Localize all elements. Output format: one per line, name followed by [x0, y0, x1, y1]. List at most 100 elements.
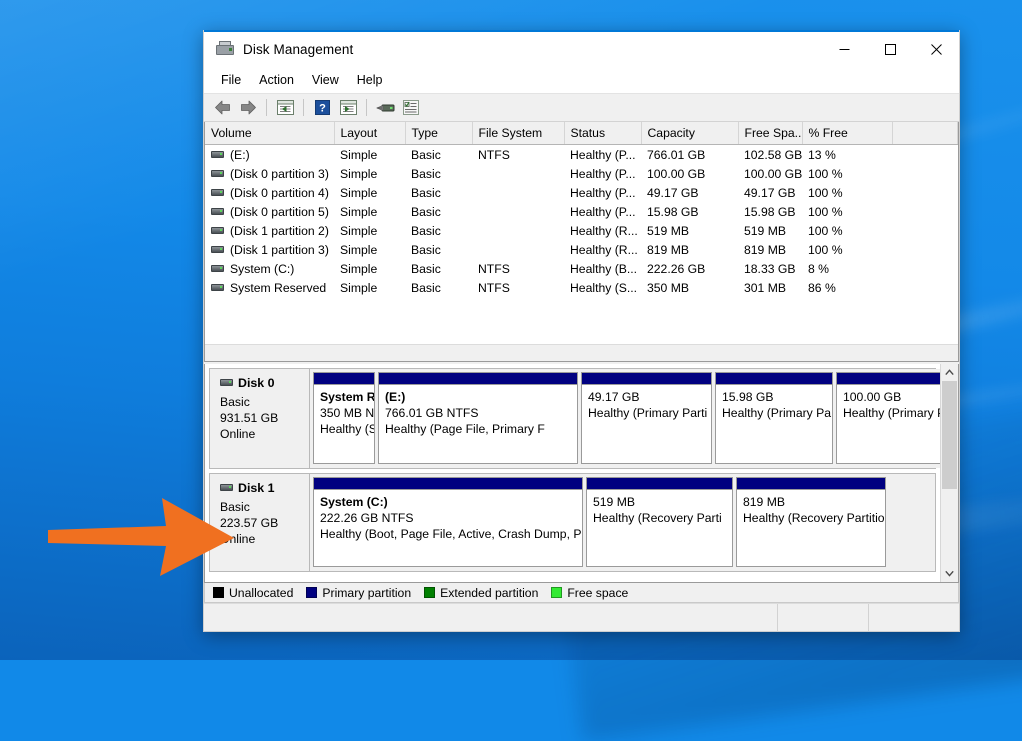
properties-icon[interactable] — [399, 97, 423, 119]
minimize-button[interactable] — [821, 31, 867, 67]
partition-block[interactable]: 49.17 GBHealthy (Primary Parti — [581, 372, 712, 464]
column-header-status[interactable]: Status — [564, 122, 641, 145]
partition-block[interactable]: System Rе350 MB NTHealthy (S — [313, 372, 375, 464]
table-row[interactable]: (Disk 0 partition 3)SimpleBasicHealthy (… — [205, 164, 958, 183]
partition-block[interactable]: 100.00 GBHealthy (Primary Partiti — [836, 372, 940, 464]
partition-size: 222.26 GB NTFS — [320, 510, 577, 526]
scroll-down-button[interactable] — [941, 565, 958, 582]
volume-label: System (C:) — [230, 262, 294, 276]
status-bar-segment-3 — [869, 604, 959, 631]
menu-bar: File Action View Help — [204, 67, 959, 93]
cell-percent-free: 86 % — [802, 278, 892, 297]
table-row[interactable]: (Disk 0 partition 5)SimpleBasicHealthy (… — [205, 202, 958, 221]
partition-block[interactable]: 15.98 GBHealthy (Primary Pа — [715, 372, 833, 464]
toolbar-separator — [366, 99, 367, 116]
cell-status: Healthy (P... — [564, 183, 641, 202]
legend-label: Unallocated — [229, 586, 293, 600]
column-header-blank[interactable] — [892, 122, 958, 145]
menu-item-file[interactable]: File — [212, 70, 250, 90]
partition-block[interactable]: (E:)766.01 GB NTFSHealthy (Page File, Pr… — [378, 372, 578, 464]
cell-volume: (Disk 0 partition 5) — [205, 202, 334, 221]
disk-info-panel[interactable]: Disk 0Basic931.51 GBOnline — [210, 369, 310, 468]
disk-management-window: Disk Management File Action View Help — [203, 30, 960, 632]
partition-status: Healthy (Recovery Partitio — [743, 510, 880, 526]
partition-text: System Rе350 MB NTHealthy (S — [314, 385, 374, 440]
cell-status: Healthy (P... — [564, 145, 641, 165]
status-bar — [204, 603, 959, 631]
legend-label: Primary partition — [322, 586, 411, 600]
cell-layout: Simple — [334, 183, 405, 202]
drive-icon — [211, 151, 224, 158]
column-header-volume[interactable]: Volume — [205, 122, 334, 145]
cell-layout: Simple — [334, 145, 405, 165]
cell-capacity: 519 MB — [641, 221, 738, 240]
disk-name-row: Disk 1 — [220, 481, 301, 495]
scroll-thumb[interactable] — [942, 381, 957, 489]
cell-status: Healthy (P... — [564, 202, 641, 221]
maximize-button[interactable] — [867, 31, 913, 67]
title-bar[interactable]: Disk Management — [204, 31, 959, 67]
cell-layout: Simple — [334, 221, 405, 240]
volume-label: (Disk 0 partition 4) — [230, 186, 329, 200]
volume-label: (Disk 1 partition 2) — [230, 224, 329, 238]
help-icon[interactable]: ? — [310, 97, 334, 119]
cell-blank — [892, 221, 958, 240]
partition-block[interactable]: System (C:)222.26 GB NTFSHealthy (Boot, … — [313, 477, 583, 567]
rescan-disks-icon[interactable] — [373, 97, 397, 119]
cell-free-space: 15.98 GB — [738, 202, 802, 221]
table-row[interactable]: (E:)SimpleBasicNTFSHealthy (P...766.01 G… — [205, 145, 958, 165]
column-header-free-space[interactable]: Free Spa... — [738, 122, 802, 145]
cell-status: Healthy (R... — [564, 221, 641, 240]
cell-capacity: 15.98 GB — [641, 202, 738, 221]
cell-type: Basic — [405, 145, 472, 165]
table-row[interactable]: (Disk 1 partition 3)SimpleBasicHealthy (… — [205, 240, 958, 259]
volume-label: (Disk 1 partition 3) — [230, 243, 329, 257]
cell-free-space: 49.17 GB — [738, 183, 802, 202]
partition-text: System (C:)222.26 GB NTFSHealthy (Boot, … — [314, 490, 582, 545]
disk-info-panel[interactable]: Disk 1Basic223.57 GBOnline — [210, 474, 310, 571]
table-row[interactable]: System ReservedSimpleBasicNTFSHealthy (S… — [205, 278, 958, 297]
partition-color-bar — [314, 373, 374, 385]
partition-text: 49.17 GBHealthy (Primary Parti — [582, 385, 711, 424]
back-icon[interactable] — [210, 97, 234, 119]
partition-block[interactable]: 819 MBHealthy (Recovery Partitio — [736, 477, 886, 567]
cell-free-space: 100.00 GB — [738, 164, 802, 183]
disk-management-icon — [216, 41, 234, 57]
cell-file-system — [472, 183, 564, 202]
cell-percent-free: 100 % — [802, 221, 892, 240]
partition-block[interactable]: 519 MBHealthy (Recovery Parti — [586, 477, 733, 567]
column-header-type[interactable]: Type — [405, 122, 472, 145]
cell-type: Basic — [405, 240, 472, 259]
menu-item-help[interactable]: Help — [348, 70, 392, 90]
partition-size: 766.01 GB NTFS — [385, 405, 572, 421]
disk-row: Disk 0Basic931.51 GBOnlineSystem Rе350 M… — [209, 368, 936, 469]
forward-icon[interactable] — [236, 97, 260, 119]
status-bar-segment-2 — [778, 604, 869, 631]
menu-item-action[interactable]: Action — [250, 70, 303, 90]
menu-item-view[interactable]: View — [303, 70, 348, 90]
scroll-track[interactable] — [941, 381, 958, 565]
disk-name: Disk 0 — [238, 376, 275, 390]
cell-layout: Simple — [334, 278, 405, 297]
cell-volume: (E:) — [205, 145, 334, 165]
show-hide-action-pane-icon[interactable] — [336, 97, 360, 119]
cell-blank — [892, 240, 958, 259]
disk-pane-scrollbar[interactable] — [940, 364, 958, 582]
table-row[interactable]: (Disk 0 partition 4)SimpleBasicHealthy (… — [205, 183, 958, 202]
show-hide-console-tree-icon[interactable] — [273, 97, 297, 119]
column-header-layout[interactable]: Layout — [334, 122, 405, 145]
table-row[interactable]: System (C:)SimpleBasicNTFSHealthy (B...2… — [205, 259, 958, 278]
disk-type: Basic — [220, 499, 301, 515]
column-header-capacity[interactable]: Capacity — [641, 122, 738, 145]
column-header-percent-free[interactable]: % Free — [802, 122, 892, 145]
column-header-file-system[interactable]: File System — [472, 122, 564, 145]
scroll-up-button[interactable] — [941, 364, 958, 381]
volume-label: (Disk 0 partition 5) — [230, 205, 329, 219]
disk-rows-container: Disk 0Basic931.51 GBOnlineSystem Rе350 M… — [205, 364, 940, 582]
close-button[interactable] — [913, 31, 959, 67]
table-row[interactable]: (Disk 1 partition 2)SimpleBasicHealthy (… — [205, 221, 958, 240]
disk-row: Disk 1Basic223.57 GBOnlineSystem (C:)222… — [209, 473, 936, 572]
cell-volume: (Disk 0 partition 4) — [205, 183, 334, 202]
partition-size: 100.00 GB — [843, 389, 940, 405]
cell-type: Basic — [405, 164, 472, 183]
